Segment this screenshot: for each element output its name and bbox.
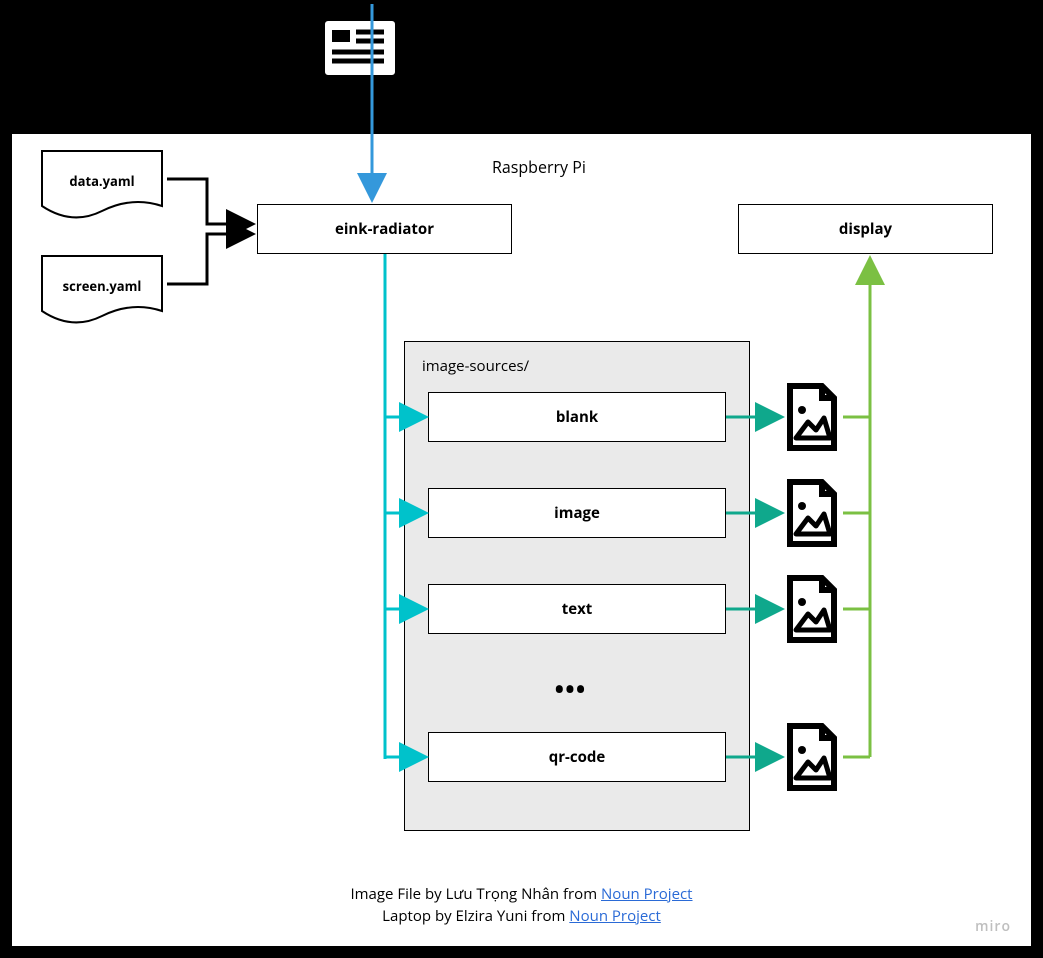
credit1-text: Image File by Lưu Trọng Nhân from [350,884,601,904]
miro-watermark: miro [975,917,1011,936]
display-label: display [839,219,892,239]
arrow-data-to-main [162,174,262,234]
laptop-icon [300,8,420,118]
source-qr: qr-code [428,732,726,782]
sources-ellipsis: ••• [555,674,587,704]
file-data-label: data.yaml [37,172,167,190]
credit-line-1: Image File by Lưu Trọng Nhân from Noun P… [12,884,1031,904]
eink-radiator-label: eink-radiator [335,219,434,239]
source-text-label: text [562,599,593,619]
source-blank: blank [428,392,726,442]
source-blank-label: blank [556,407,598,427]
image-file-icon [782,478,842,548]
credit2-link[interactable]: Noun Project [569,906,661,926]
source-image: image [428,488,726,538]
credit1-link[interactable]: Noun Project [601,884,693,904]
source-qr-label: qr-code [549,747,605,767]
eink-radiator-box: eink-radiator [257,204,512,254]
arrow-laptop-to-main [362,4,402,204]
image-file-icon [782,722,842,792]
page: Raspberry Pi data.yaml screen.yaml eink-… [0,0,1043,958]
arrow-screen-to-main [162,229,262,289]
file-screen-label: screen.yaml [37,277,167,295]
arrows-main-to-sources [370,254,440,774]
raspberry-pi-container: Raspberry Pi data.yaml screen.yaml eink-… [10,132,1033,948]
container-title: Raspberry Pi [492,156,586,178]
source-text: text [428,584,726,634]
credit-line-2: Laptop by Elzira Yuni from Noun Project [12,906,1031,926]
display-box: display [738,204,993,254]
credit2-text: Laptop by Elzira Yuni from [382,906,569,926]
image-file-icon [782,382,842,452]
source-image-label: image [554,503,600,523]
image-file-icon [782,574,842,644]
arrows-images-to-display [840,254,900,774]
